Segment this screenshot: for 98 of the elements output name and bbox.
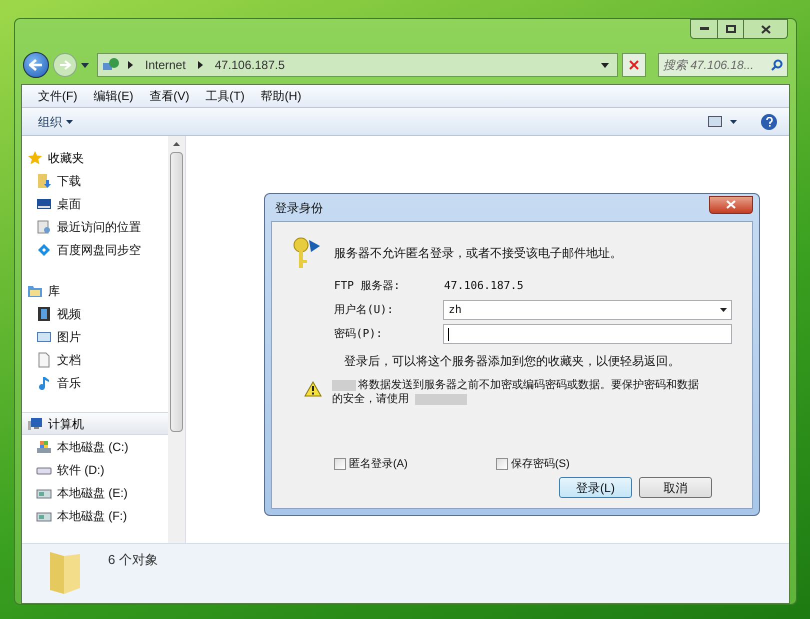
address-bar[interactable]: Internet 47.106.187.5 (97, 53, 618, 77)
sidebar-group[interactable]: 计算机 (22, 412, 168, 435)
caret-icon (730, 120, 737, 124)
field-label: 用户名(U): (334, 302, 394, 318)
sidebar-label: 音乐 (57, 374, 81, 392)
folder-download-icon (36, 172, 52, 188)
sidebar-label: 计算机 (48, 416, 84, 432)
close-button[interactable] (709, 196, 753, 214)
help-icon (766, 116, 772, 126)
sidebar-label: 桌面 (57, 196, 81, 212)
sidebar-item[interactable]: 文档 (22, 348, 168, 371)
field-label: FTP 服务器: (334, 278, 402, 294)
warning-text: 的安全，请使用 (332, 392, 409, 406)
sidebar-label: 图片 (57, 328, 81, 346)
dialog-title: 登录身份 (274, 200, 324, 216)
key-icon (292, 236, 322, 270)
diamond-icon (36, 242, 52, 258)
sidebar-item[interactable]: 本地磁盘 (E:) (22, 481, 168, 504)
dialog-message: 服务器不允许匿名登录，或者不接受该电子邮件地址。 (334, 245, 622, 262)
chevron-right-icon (128, 61, 133, 69)
sidebar-item[interactable]: 本地磁盘 (C:) (22, 435, 168, 458)
sidebar-label: 收藏夹 (48, 150, 84, 166)
chevron-right-icon (198, 61, 203, 69)
breadcrumb[interactable]: 47.106.187.5 (210, 56, 289, 74)
dropdown-arrow-icon (720, 308, 727, 312)
warning-text: 将数据发送到服务器之前不加密或编码密码或数据。要保护密码和数据 (358, 378, 699, 392)
search-icon (771, 59, 783, 71)
scroll-thumb[interactable] (170, 152, 183, 432)
sidebar-label: 本地磁盘 (E:) (57, 484, 128, 502)
redacted-text (415, 394, 467, 404)
menu-item[interactable]: 编辑(E) (85, 87, 142, 105)
sidebar-item[interactable]: 下载 (22, 169, 168, 192)
dropdown-arrow-icon (81, 62, 89, 68)
username-field[interactable]: zh (443, 300, 732, 320)
field-label: 密码(P): (334, 326, 384, 342)
sidebar-item[interactable]: 图片 (22, 325, 168, 348)
minimize-icon (700, 27, 708, 31)
star-icon (27, 150, 43, 166)
network-icon (102, 57, 120, 73)
dialog-button[interactable]: 登录(L) (559, 477, 632, 498)
document-icon (36, 352, 52, 368)
sidebar-label: 视频 (57, 306, 81, 322)
checkbox[interactable] (334, 458, 346, 470)
sidebar-label: 本地磁盘 (F:) (57, 508, 127, 524)
sidebar-group[interactable]: 收藏夹 (22, 146, 168, 169)
help-button[interactable] (761, 114, 777, 130)
search-field[interactable]: 搜索 47.106.18... (658, 53, 788, 77)
back-button[interactable] (23, 52, 49, 78)
checkbox-label: 保存密码(S) (511, 456, 570, 472)
picture-icon (708, 116, 722, 127)
dropdown-arrow-icon (601, 62, 609, 68)
sidebar-item[interactable]: 桌面 (22, 192, 168, 215)
sidebar-item[interactable]: 本地磁盘 (F:) (22, 504, 168, 527)
sidebar-label: 百度网盘同步空 (57, 242, 141, 258)
password-field[interactable] (443, 324, 732, 344)
checkbox-label: 匿名登录(A) (349, 456, 408, 472)
scroll-up-icon (173, 142, 180, 146)
sidebar-item[interactable]: 软件 (D:) (22, 458, 168, 481)
drive-icon (36, 438, 52, 454)
close-icon (726, 200, 736, 209)
redacted-text (332, 380, 356, 390)
stop-button[interactable] (622, 53, 646, 77)
warning-icon (304, 381, 322, 397)
sidebar-item[interactable]: 视频 (22, 302, 168, 325)
server-address: 47.106.187.5 (444, 278, 524, 294)
sidebar-label: 本地磁盘 (C:) (57, 438, 128, 456)
item-count: 6 个对象 (108, 551, 158, 569)
sidebar-label: 最近访问的位置 (57, 218, 141, 236)
sidebar-item[interactable]: 最近访问的位置 (22, 215, 168, 238)
sidebar-label: 库 (48, 282, 60, 300)
document-clock-icon (36, 218, 52, 234)
caret-icon (66, 120, 73, 124)
menu-item[interactable]: 文件(F) (30, 87, 86, 105)
menu-item[interactable]: 帮助(H) (252, 87, 310, 105)
organize-button[interactable]: 组织 (34, 112, 77, 130)
film-icon (36, 306, 52, 322)
maximize-icon (726, 25, 736, 33)
back-arrow-icon (29, 59, 43, 71)
checkbox[interactable] (496, 458, 508, 470)
sidebar-item[interactable]: 音乐 (22, 371, 168, 394)
sidebar-group[interactable]: 库 (22, 279, 168, 302)
view-button[interactable] (708, 116, 737, 127)
checkbox-option[interactable]: 匿名登录(A) (334, 456, 496, 472)
menu-item[interactable]: 查看(V) (141, 87, 198, 105)
sidebar-label: 下载 (57, 172, 81, 190)
checkbox-option[interactable]: 保存密码(S) (496, 456, 658, 472)
close-icon (760, 24, 770, 34)
hint-text: 登录后，可以将这个服务器添加到您的收藏夹，以便轻易返回。 (343, 353, 681, 370)
forward-arrow-icon (59, 60, 71, 70)
close-icon (629, 60, 639, 70)
menu-item[interactable]: 工具(T) (197, 87, 253, 105)
breadcrumb[interactable]: Internet (141, 56, 190, 74)
dialog-button[interactable]: 取消 (639, 477, 712, 498)
music-note-icon (36, 374, 52, 390)
computer-icon (27, 416, 43, 432)
sidebar-item[interactable]: 百度网盘同步空 (22, 238, 168, 261)
sidebar-label: 文档 (57, 352, 81, 368)
sidebar-label: 软件 (D:) (57, 462, 104, 478)
